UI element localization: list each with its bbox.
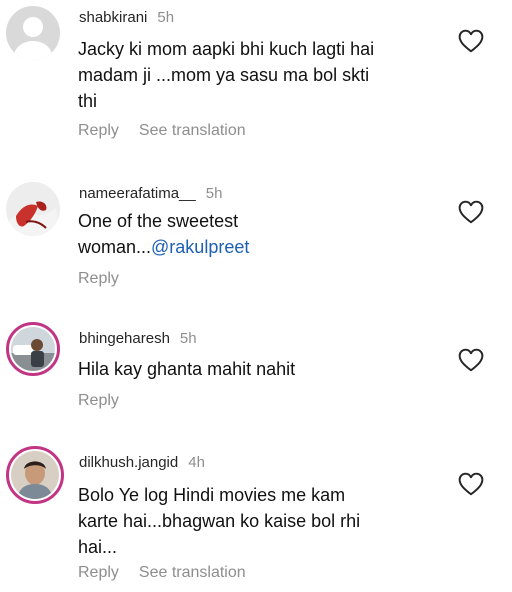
- comment-actions: Reply See translation: [78, 564, 266, 582]
- timestamp: 4h: [188, 454, 205, 471]
- comment-meta: nameerafatima__ 5h: [79, 185, 222, 203]
- avatar-story-ring[interactable]: [6, 446, 64, 504]
- avatar-story-ring[interactable]: [6, 322, 60, 376]
- comment-line: woman...@rakulpreet: [78, 234, 438, 260]
- comment-actions: Reply: [78, 392, 139, 410]
- like-button[interactable]: [458, 472, 484, 496]
- username[interactable]: shabkirani: [79, 9, 147, 26]
- comment-text: Jacky ki mom aapki bhi kuch lagti hai ma…: [78, 36, 438, 114]
- like-button[interactable]: [458, 29, 484, 53]
- username[interactable]: nameerafatima__: [79, 185, 196, 202]
- comment-line: karte hai...bhagwan ko kaise bol rhi: [78, 511, 361, 531]
- username[interactable]: dilkhush.jangid: [79, 454, 178, 471]
- avatar[interactable]: [6, 6, 60, 60]
- reply-button[interactable]: Reply: [78, 122, 119, 140]
- avatar-image: [11, 451, 59, 499]
- comment-line: thi: [78, 91, 98, 111]
- heart-outline-icon: [458, 348, 484, 372]
- avatar-image: [11, 327, 55, 371]
- comment-text: Hila kay ghanta mahit nahit: [78, 356, 438, 382]
- comment-meta: shabkirani 5h: [79, 9, 174, 27]
- heart-outline-icon: [458, 200, 484, 224]
- comment-text: One of the sweetest woman...@rakulpreet: [78, 208, 438, 260]
- see-translation-button[interactable]: See translation: [139, 122, 246, 140]
- comment-line: One of the sweetest: [78, 211, 239, 231]
- reply-button[interactable]: Reply: [78, 270, 119, 288]
- username[interactable]: bhingeharesh: [79, 330, 170, 347]
- mention-link[interactable]: @rakulpreet: [151, 237, 249, 257]
- reply-button[interactable]: Reply: [78, 564, 119, 582]
- like-button[interactable]: [458, 200, 484, 224]
- comment-actions: Reply: [78, 270, 139, 288]
- reply-button[interactable]: Reply: [78, 392, 119, 410]
- comment-meta: bhingeharesh 5h: [79, 330, 197, 348]
- comment-line: Jacky ki mom aapki bhi kuch lagti hai: [78, 39, 375, 59]
- timestamp: 5h: [179, 330, 197, 347]
- comment-line: Hila kay ghanta mahit nahit: [78, 359, 296, 379]
- default-avatar-icon: [6, 6, 60, 60]
- see-translation-button[interactable]: See translation: [139, 564, 246, 582]
- heart-outline-icon: [458, 472, 484, 496]
- comment-line: Bolo Ye log Hindi movies me kam: [78, 485, 346, 505]
- comment-line: hai...: [78, 537, 118, 557]
- timestamp: 5h: [205, 185, 223, 202]
- heart-outline-icon: [458, 29, 484, 53]
- avatar-image: [6, 182, 60, 236]
- avatar[interactable]: [6, 182, 60, 236]
- comment-text-fragment: woman...: [78, 237, 152, 257]
- like-button[interactable]: [458, 348, 484, 372]
- comment-line: madam ji ...mom ya sasu ma bol skti: [78, 65, 370, 85]
- comment-actions: Reply See translation: [78, 122, 266, 140]
- timestamp: 5h: [157, 9, 175, 26]
- comment-text: Bolo Ye log Hindi movies me kam karte ha…: [78, 482, 438, 560]
- comment-meta: dilkhush.jangid 4h: [79, 454, 205, 472]
